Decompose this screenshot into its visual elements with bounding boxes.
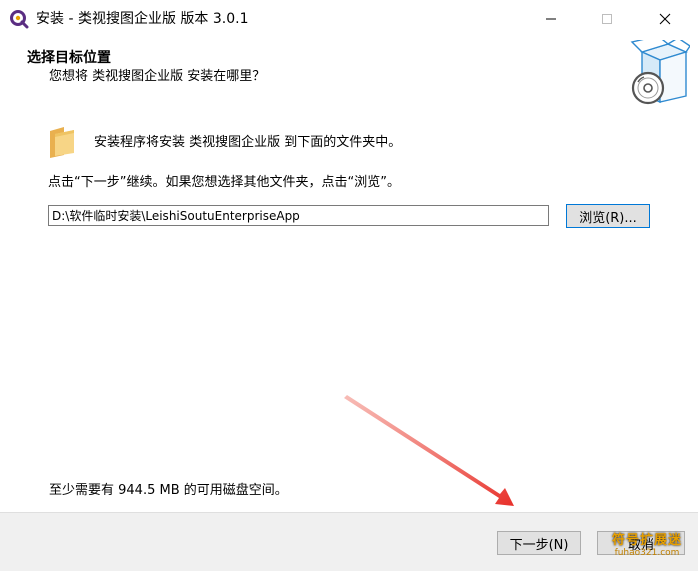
title-bar[interactable]: 安装 - 类视搜图企业版 版本 3.0.1 [0, 0, 698, 38]
minimize-button[interactable] [528, 0, 574, 38]
software-box-disc-icon [628, 35, 691, 110]
page-subtitle: 您想将 类视搜图企业版 安装在哪里？ [49, 69, 266, 84]
wizard-footer: 下一步(N) 取消 [0, 512, 698, 571]
magnifier-q-icon [9, 9, 29, 29]
close-button[interactable] [642, 0, 688, 38]
maximize-button[interactable] [584, 0, 630, 38]
page-title: 选择目标位置 [27, 50, 111, 66]
next-button[interactable]: 下一步(N) [497, 531, 581, 555]
wizard-header: 选择目标位置 您想将 类视搜图企业版 安装在哪里？ [0, 35, 698, 111]
folder-icon [48, 125, 76, 159]
instruction-text: 点击“下一步”继续。如果您想选择其他文件夹，点击“浏览”。 [48, 175, 400, 190]
browse-button[interactable]: 浏览(R)... [566, 204, 650, 228]
install-description: 安装程序将安装 类视搜图企业版 到下面的文件夹中。 [94, 135, 402, 150]
disk-space-requirement: 至少需要有 944.5 MB 的可用磁盘空间。 [49, 483, 288, 498]
cancel-button[interactable]: 取消 [597, 531, 685, 555]
window-title: 安装 - 类视搜图企业版 版本 3.0.1 [36, 11, 249, 27]
install-path-input[interactable] [48, 205, 549, 226]
